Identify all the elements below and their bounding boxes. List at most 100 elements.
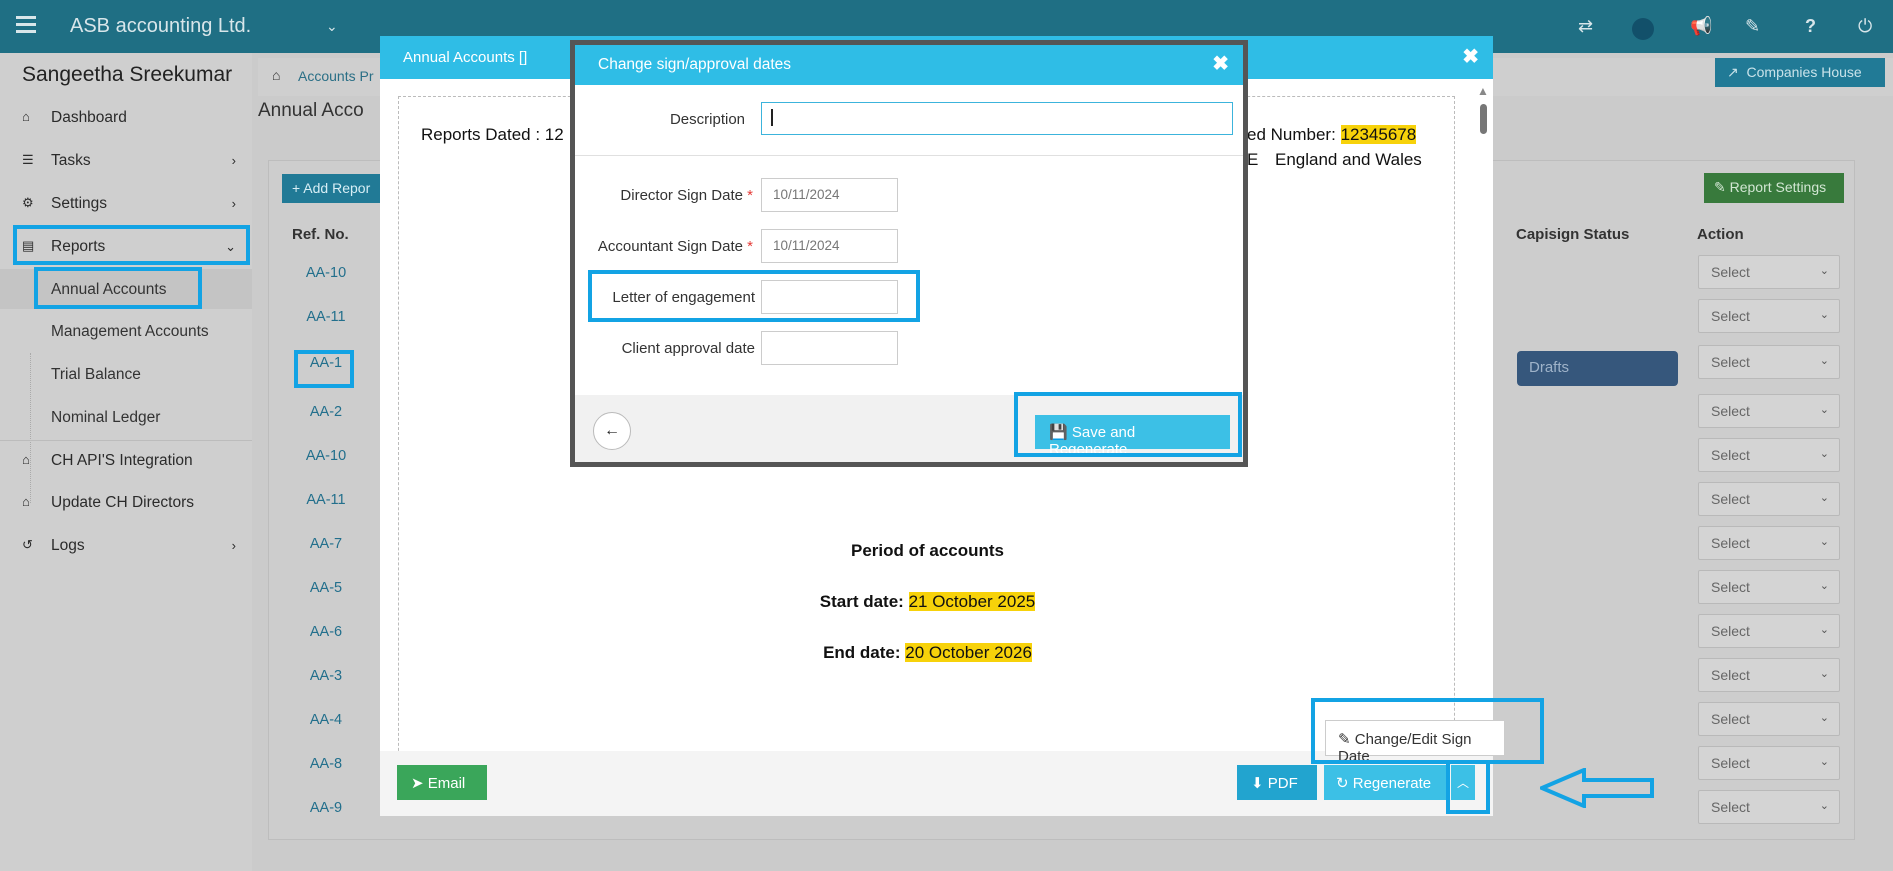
edit-icon: ✎ <box>1714 179 1730 195</box>
select-value: Select <box>1711 264 1750 280</box>
home-icon: ⌂ <box>22 109 30 124</box>
c-logo-icon[interactable] <box>1632 18 1654 40</box>
history-icon: ↺ <box>22 537 33 552</box>
add-report-button[interactable]: + Add Repor <box>282 174 392 203</box>
end-date-line: End date: 20 October 2026 <box>399 643 1456 663</box>
table-row-ref-link[interactable]: AA-11 <box>284 492 368 508</box>
end-date-value: 20 October 2026 <box>905 643 1032 662</box>
sidebar-item-label: Trial Balance <box>51 366 141 383</box>
sidebar-item-tasks[interactable]: ☰ Tasks › <box>0 141 252 181</box>
action-select[interactable]: Select ⌄ <box>1698 526 1840 560</box>
description-input[interactable] <box>761 102 1233 135</box>
sidebar-subitem-trial-balance[interactable]: Trial Balance <box>0 354 252 394</box>
sidebar-item-dashboard[interactable]: ⌂ Dashboard <box>0 98 252 138</box>
action-select[interactable]: Select ⌄ <box>1698 702 1840 736</box>
required-marker: * <box>747 187 753 204</box>
table-row-ref-link[interactable]: AA-10 <box>284 265 368 281</box>
refresh-icon: ↻ <box>1336 775 1353 792</box>
sidebar-item-label: CH API'S Integration <box>51 452 193 469</box>
chevron-right-icon: › <box>231 153 236 168</box>
companies-house-button[interactable]: ↗ Companies House <box>1715 58 1885 87</box>
action-select[interactable]: Select ⌄ <box>1698 255 1840 289</box>
column-header-ref[interactable]: Ref. No. <box>292 226 349 264</box>
breadcrumb-link[interactable]: Accounts Pr <box>298 68 373 84</box>
regenerate-button[interactable]: ↻ Regenerate <box>1324 765 1449 800</box>
action-select[interactable]: Select ⌄ <box>1698 438 1840 472</box>
table-row-ref-link[interactable]: AA-7 <box>284 536 368 552</box>
user-name: Sangeetha Sreekumar <box>22 63 233 86</box>
power-icon[interactable]: ⏻ <box>1858 16 1872 37</box>
select-value: Select <box>1711 579 1750 595</box>
pdf-button[interactable]: ⬇ PDF <box>1237 765 1317 800</box>
action-select[interactable]: Select ⌄ <box>1698 345 1840 379</box>
download-icon: ⬇ <box>1251 775 1268 792</box>
description-label: Description <box>669 111 745 128</box>
sidebar-item-ch-api-integration[interactable]: ⌂ CH API'S Integration <box>0 440 252 480</box>
action-select[interactable]: Select ⌄ <box>1698 658 1840 692</box>
director-sign-date-input[interactable]: 10/11/2024 <box>761 178 898 212</box>
sidebar-item-settings[interactable]: ⚙ Settings › <box>0 184 252 224</box>
action-select[interactable]: Select ⌄ <box>1698 299 1840 333</box>
hamburger-menu-icon[interactable] <box>16 16 36 33</box>
table-row-ref-link[interactable]: AA-2 <box>284 404 368 420</box>
column-header-capisign-status[interactable]: Capisign Status <box>1516 226 1629 264</box>
table-row-ref-link[interactable]: AA-4 <box>284 712 368 728</box>
table-row-ref-link[interactable]: AA-8 <box>284 756 368 772</box>
email-button[interactable]: ➤ Email <box>397 765 487 800</box>
table-row-ref-link[interactable]: AA-6 <box>284 624 368 640</box>
table-row-ref-link[interactable]: AA-5 <box>284 580 368 596</box>
period-heading: Period of accounts <box>850 541 1005 560</box>
table-row-ref-link[interactable]: AA-3 <box>284 668 368 684</box>
close-icon[interactable]: ✖ <box>1462 44 1479 69</box>
button-label: PDF <box>1267 775 1298 792</box>
action-select[interactable]: Select ⌄ <box>1698 614 1840 648</box>
highlight-change-sign-date <box>1311 698 1544 764</box>
megaphone-icon[interactable]: 📢 <box>1690 16 1712 37</box>
sidebar-item-label: Tasks <box>51 152 91 169</box>
divider <box>575 155 1243 156</box>
client-approval-date-input[interactable] <box>761 331 898 365</box>
action-select[interactable]: Select ⌄ <box>1698 394 1840 428</box>
exchange-icon[interactable]: ⇄ <box>1578 16 1593 37</box>
table-row-ref-link[interactable]: AA-11 <box>284 309 368 325</box>
table-row-ref-link[interactable]: AA-9 <box>284 800 368 816</box>
back-arrow-button[interactable]: ← <box>593 412 631 450</box>
select-value: Select <box>1711 799 1750 815</box>
button-label: Add Repor <box>303 180 371 196</box>
sidebar-subitem-nominal-ledger[interactable]: Nominal Ledger <box>0 397 252 437</box>
chevron-right-icon: › <box>231 196 236 211</box>
chevron-down-icon: ⌄ <box>1819 265 1829 277</box>
plus-icon: + <box>292 180 304 196</box>
action-select[interactable]: Select ⌄ <box>1698 570 1840 604</box>
accountant-sign-date-input[interactable]: 10/11/2024 <box>761 229 898 263</box>
pointer-arrow-icon <box>1540 768 1654 808</box>
gear-icon: ⚙ <box>22 195 34 210</box>
accountant-sign-date-value: 10/11/2024 <box>773 238 840 253</box>
chevron-down-icon[interactable]: ⌄ <box>326 18 338 35</box>
table-row-ref-link[interactable]: AA-10 <box>284 448 368 464</box>
action-select[interactable]: Select ⌄ <box>1698 746 1840 780</box>
action-select[interactable]: Select ⌄ <box>1698 482 1840 516</box>
report-settings-button[interactable]: ✎ Report Settings <box>1704 173 1844 203</box>
home-icon: ⌂ <box>22 494 30 509</box>
company-name[interactable]: ASB accounting Ltd. <box>70 15 251 38</box>
highlight-reports <box>13 225 250 265</box>
sidebar-subitem-management-accounts[interactable]: Management Accounts <box>0 311 252 351</box>
director-sign-date-value: 10/11/2024 <box>773 187 840 202</box>
chevron-down-icon: ⌄ <box>1819 355 1829 367</box>
home-icon[interactable]: ⌂ <box>272 67 280 83</box>
start-date-line: Start date: 21 October 2025 <box>399 592 1456 612</box>
sidebar-item-logs[interactable]: ↺ Logs › <box>0 526 252 566</box>
page-title: Annual Acco <box>258 100 364 121</box>
scroll-up-icon[interactable]: ▲ <box>1477 84 1489 98</box>
highlight-ref-aa1 <box>294 350 354 388</box>
tag-icon[interactable]: ✎ <box>1745 16 1760 37</box>
scrollbar[interactable]: ▲ <box>1475 84 1491 784</box>
help-icon[interactable]: ? <box>1805 16 1816 37</box>
sidebar-item-update-ch-directors[interactable]: ⌂ Update CH Directors <box>0 483 252 523</box>
chevron-down-icon: ⌄ <box>1819 404 1829 416</box>
close-icon[interactable]: ✖ <box>1212 51 1229 76</box>
scrollbar-thumb[interactable] <box>1480 104 1487 134</box>
action-select[interactable]: Select ⌄ <box>1698 790 1840 824</box>
highlight-dropdown-toggle <box>1446 760 1490 814</box>
